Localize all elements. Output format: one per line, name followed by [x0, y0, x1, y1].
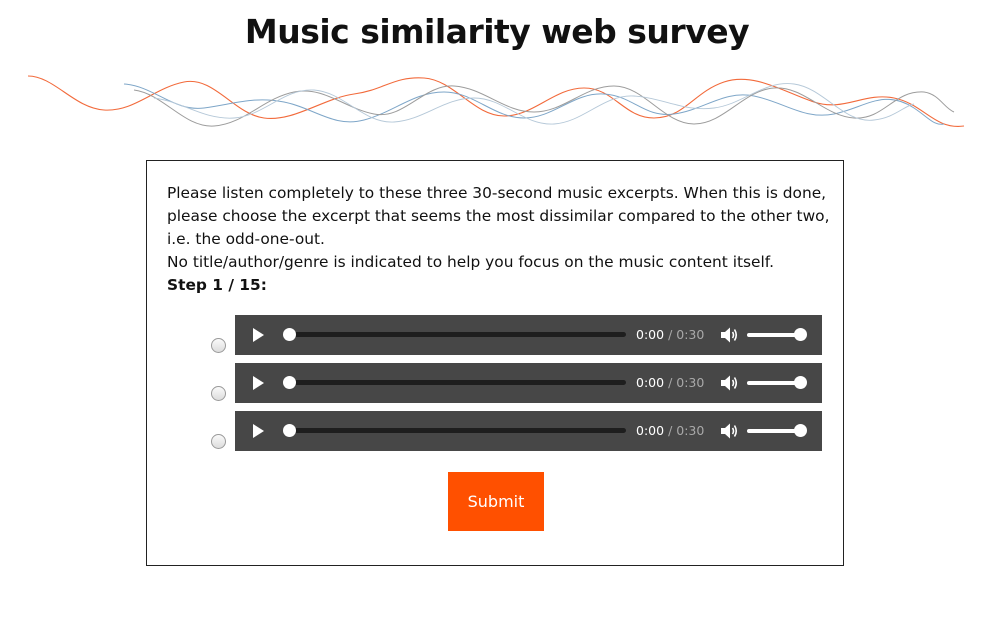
duration: 0:30 [676, 423, 705, 438]
time-display: 0:00 / 0:30 [636, 422, 704, 440]
time-separator: / [668, 423, 673, 438]
time-display: 0:00 / 0:30 [636, 326, 704, 344]
instruction-text: Please listen completely to these three … [167, 184, 830, 248]
page-title: Music similarity web survey [244, 12, 750, 51]
current-time: 0:00 [636, 423, 665, 438]
excerpt-row-2: 0:00 / 0:30 [209, 363, 823, 403]
volume-thumb[interactable] [794, 424, 807, 437]
progress-slider[interactable] [289, 332, 626, 337]
play-icon[interactable] [253, 328, 264, 342]
instruction-note: No title/author/genre is indicated to he… [167, 253, 774, 271]
survey-panel: Please listen completely to these three … [146, 160, 844, 566]
excerpt-row-3: 0:00 / 0:30 [209, 411, 823, 451]
progress-slider[interactable] [289, 380, 626, 385]
time-display: 0:00 / 0:30 [636, 374, 704, 392]
audio-player-3: 0:00 / 0:30 [235, 411, 822, 451]
volume-icon[interactable] [719, 374, 739, 392]
current-time: 0:00 [636, 375, 665, 390]
sound-wave-decoration [27, 75, 965, 127]
current-time: 0:00 [636, 327, 665, 342]
time-separator: / [668, 327, 673, 342]
progress-thumb[interactable] [283, 424, 296, 437]
volume-thumb[interactable] [794, 328, 807, 341]
duration: 0:30 [676, 375, 705, 390]
play-icon[interactable] [253, 424, 264, 438]
step-indicator: Step 1 / 15: [167, 276, 267, 294]
progress-thumb[interactable] [283, 376, 296, 389]
volume-slider[interactable] [747, 333, 801, 337]
instructions: Please listen completely to these three … [167, 182, 837, 297]
volume-thumb[interactable] [794, 376, 807, 389]
submit-button[interactable]: Submit [448, 472, 544, 531]
excerpt-1-radio[interactable] [211, 338, 226, 353]
volume-slider[interactable] [747, 381, 801, 385]
time-separator: / [668, 375, 673, 390]
excerpt-2-radio[interactable] [211, 386, 226, 401]
volume-icon[interactable] [719, 326, 739, 344]
excerpt-row-1: 0:00 / 0:30 [209, 315, 823, 355]
progress-slider[interactable] [289, 428, 626, 433]
excerpt-3-radio[interactable] [211, 434, 226, 449]
audio-player-2: 0:00 / 0:30 [235, 363, 822, 403]
audio-player-1: 0:00 / 0:30 [235, 315, 822, 355]
page: Music similarity web survey Please liste… [0, 0, 1001, 617]
volume-icon[interactable] [719, 422, 739, 440]
duration: 0:30 [676, 327, 705, 342]
play-icon[interactable] [253, 376, 264, 390]
progress-thumb[interactable] [283, 328, 296, 341]
volume-slider[interactable] [747, 429, 801, 433]
